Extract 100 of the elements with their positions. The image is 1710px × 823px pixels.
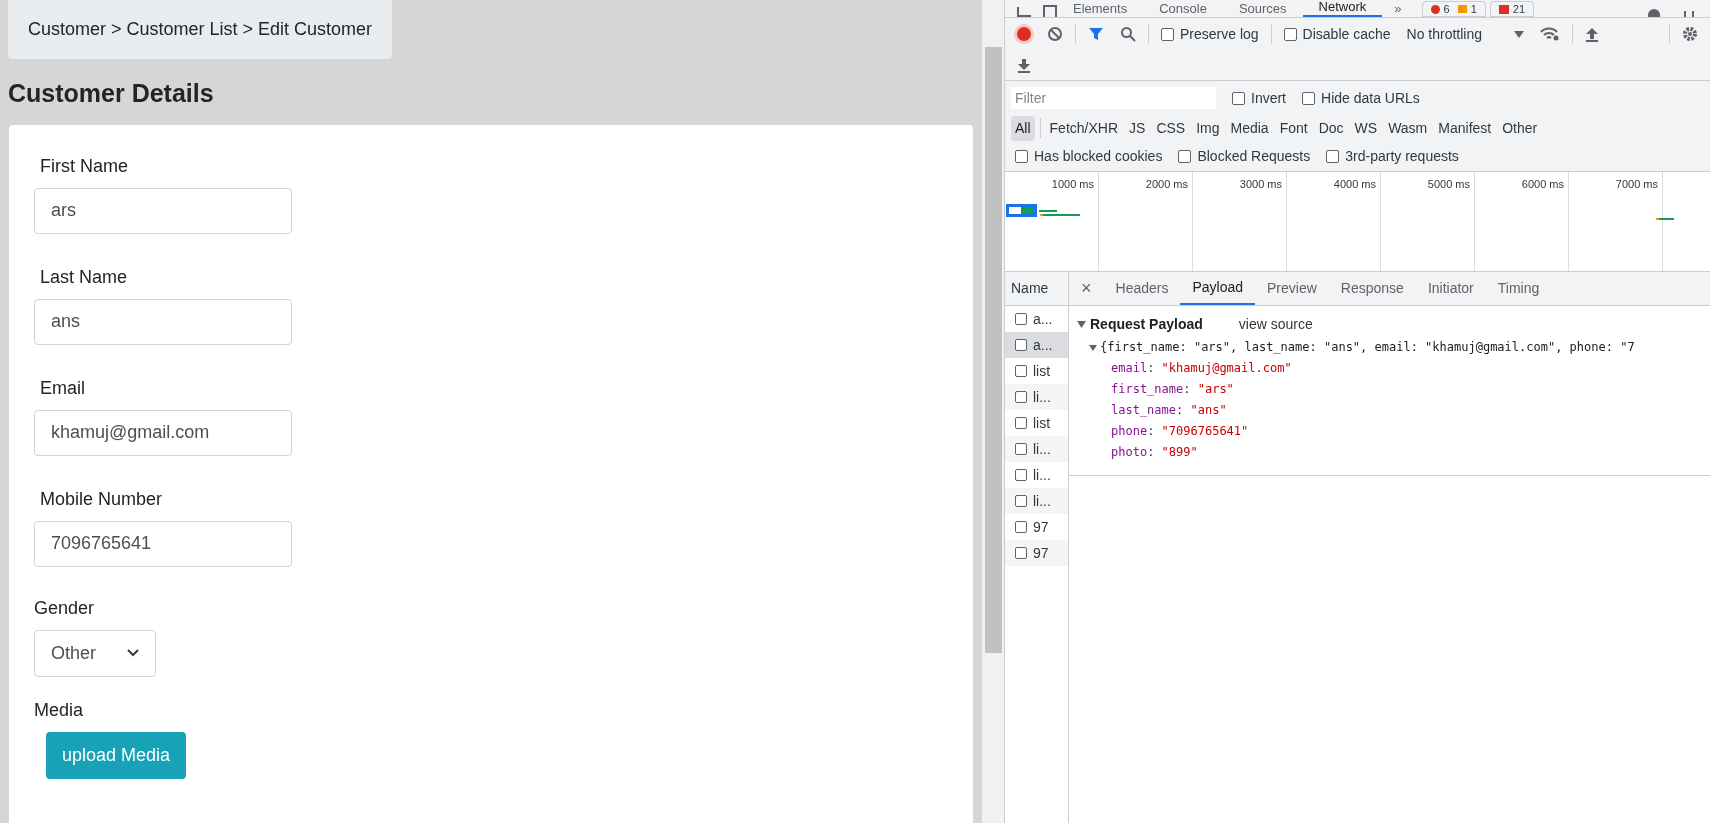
type-filter[interactable]: Doc bbox=[1314, 115, 1348, 141]
issues-count[interactable]: 21 bbox=[1489, 1, 1535, 17]
request-row[interactable]: li... bbox=[1005, 436, 1068, 462]
clear-icon[interactable] bbox=[1047, 26, 1063, 42]
request-row[interactable]: li... bbox=[1005, 488, 1068, 514]
time-tick: 2000 ms bbox=[1145, 177, 1188, 192]
filter-field[interactable]: Filter bbox=[1011, 87, 1216, 109]
checkbox-icon bbox=[1015, 365, 1027, 377]
checkbox-icon bbox=[1015, 391, 1027, 403]
request-row[interactable]: a... bbox=[1005, 332, 1068, 358]
request-row[interactable]: li... bbox=[1005, 384, 1068, 410]
section-title: Request Payload bbox=[1090, 314, 1203, 334]
type-filter[interactable]: Manifest bbox=[1434, 115, 1496, 141]
upload-icon[interactable] bbox=[1585, 26, 1599, 42]
checkbox-icon bbox=[1015, 495, 1027, 507]
time-tick: 6000 ms bbox=[1521, 177, 1564, 192]
type-filter[interactable]: Fetch/XHR bbox=[1045, 115, 1123, 141]
detail-tab[interactable]: Response bbox=[1328, 272, 1416, 305]
name-column-header[interactable]: Name bbox=[1005, 272, 1068, 306]
payload-entry: last_name: "ans" bbox=[1110, 402, 1227, 419]
detail-tab[interactable]: Preview bbox=[1255, 272, 1329, 305]
error-count[interactable]: 6 1 bbox=[1421, 1, 1486, 17]
checkbox-icon bbox=[1015, 417, 1027, 429]
payload-entry: email: "khamuj@gmail.com" bbox=[1110, 360, 1292, 377]
caret-icon bbox=[1514, 30, 1524, 38]
field-label: Media bbox=[34, 698, 85, 722]
type-filter[interactable]: Wasm bbox=[1384, 115, 1432, 141]
checkbox[interactable] bbox=[1302, 91, 1315, 105]
time-tick: 5000 ms bbox=[1427, 177, 1470, 192]
time-tick: 1000 ms bbox=[1051, 177, 1094, 192]
time-tick: 7000 ms bbox=[1615, 177, 1658, 192]
checkbox[interactable] bbox=[1015, 149, 1028, 163]
page-heading: Customer Details bbox=[7, 78, 215, 109]
download-icon[interactable] bbox=[1017, 57, 1031, 73]
checkbox-label: Hide data URLs bbox=[1321, 88, 1420, 108]
devtools-tab[interactable]: Console bbox=[1143, 1, 1223, 17]
type-filter[interactable]: CSS bbox=[1152, 115, 1190, 141]
field-label: Mobile Number bbox=[40, 487, 164, 511]
scrollbar-thumb[interactable] bbox=[984, 47, 1002, 653]
issue-icon bbox=[1498, 4, 1509, 14]
detail-tab[interactable]: Initiator bbox=[1415, 272, 1486, 305]
field-label: First Name bbox=[40, 154, 129, 178]
close-button[interactable]: × bbox=[1069, 275, 1104, 302]
view-source-link[interactable]: view source bbox=[1238, 313, 1313, 335]
payload-entry: photo: "899" bbox=[1110, 444, 1198, 461]
checkbox-icon bbox=[1015, 313, 1027, 325]
disclosure-triangle-icon[interactable] bbox=[1077, 320, 1086, 328]
request-row[interactable]: 97 bbox=[1005, 540, 1068, 566]
type-filter[interactable]: Font bbox=[1275, 115, 1312, 141]
type-filter[interactable]: JS bbox=[1125, 115, 1150, 141]
record-button[interactable] bbox=[1017, 27, 1031, 41]
disclosure-triangle-icon[interactable] bbox=[1089, 344, 1097, 351]
error-icon bbox=[1430, 4, 1440, 14]
more-tabs-button[interactable]: » bbox=[1382, 1, 1414, 17]
checkbox-label: Disable cache bbox=[1302, 24, 1391, 44]
type-filter[interactable]: Media bbox=[1226, 115, 1273, 141]
text-field[interactable]: khamuj@gmail.com bbox=[34, 409, 292, 456]
search-icon[interactable] bbox=[1120, 26, 1136, 42]
type-filter[interactable]: All bbox=[1011, 115, 1035, 141]
checkbox[interactable] bbox=[1232, 91, 1245, 105]
filter-icon[interactable] bbox=[1088, 27, 1104, 41]
text-field[interactable]: 7096765641 bbox=[34, 520, 292, 567]
checkbox-icon bbox=[1015, 339, 1027, 351]
devtools-tab[interactable]: Sources bbox=[1222, 1, 1303, 17]
checkbox[interactable] bbox=[1283, 27, 1297, 41]
chevron-down-icon bbox=[127, 649, 139, 657]
throttling-select[interactable]: No throttling bbox=[1406, 23, 1524, 45]
payload-summary: {first_name: "ars", last_name: "ans", email: "khamuj@gmail.com", phone: "7 bbox=[1100, 339, 1635, 356]
checkbox[interactable] bbox=[1326, 149, 1340, 163]
field-label: Last Name bbox=[40, 265, 129, 289]
time-tick: 4000 ms bbox=[1333, 177, 1376, 192]
checkbox-label: Invert bbox=[1251, 88, 1286, 108]
detail-tab[interactable]: Payload bbox=[1180, 272, 1256, 305]
devtools-tab[interactable]: Elements bbox=[1057, 1, 1144, 17]
checkbox-label: Preserve log bbox=[1180, 24, 1259, 44]
warning-icon bbox=[1457, 5, 1467, 13]
gender-select[interactable]: Other bbox=[34, 629, 156, 677]
checkbox-icon bbox=[1015, 521, 1027, 533]
payload-entry: first_name: "ars" bbox=[1110, 381, 1234, 398]
checkbox-icon bbox=[1015, 469, 1027, 481]
checkbox-label: Blocked Requests bbox=[1197, 146, 1311, 166]
checkbox-label: Has blocked cookies bbox=[1034, 146, 1163, 166]
checkbox[interactable] bbox=[1178, 149, 1192, 163]
type-filter[interactable]: Img bbox=[1192, 115, 1224, 141]
breadcrumb: Customer > Customer List > Edit Customer bbox=[8, 0, 393, 59]
type-filter[interactable]: Other bbox=[1498, 115, 1542, 141]
checkbox-icon bbox=[1015, 443, 1027, 455]
network-conditions-icon[interactable] bbox=[1540, 27, 1560, 41]
field-label: Gender bbox=[34, 596, 96, 620]
text-field[interactable]: ars bbox=[34, 187, 292, 234]
checkbox-label: 3rd-party requests bbox=[1345, 146, 1459, 166]
checkbox-icon bbox=[1015, 547, 1027, 559]
field-label: Email bbox=[40, 376, 86, 400]
time-tick: 3000 ms bbox=[1239, 177, 1282, 192]
detail-tab[interactable]: Headers bbox=[1103, 272, 1181, 305]
text-field[interactable]: ans bbox=[34, 298, 292, 345]
type-filter[interactable]: WS bbox=[1350, 115, 1382, 141]
checkbox[interactable] bbox=[1161, 27, 1174, 41]
detail-tab[interactable]: Timing bbox=[1485, 272, 1552, 305]
payload-entry: phone: "7096765641" bbox=[1110, 423, 1249, 440]
